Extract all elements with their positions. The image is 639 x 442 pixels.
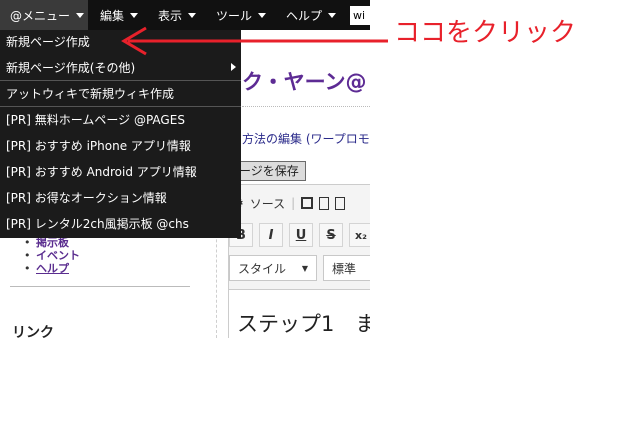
rich-text-editor: ⚙ ソース | B I U S x₂ スタイル ▼ 標準 ステップ1 ま: [228, 184, 370, 338]
menu-tools-label: ツール: [216, 8, 253, 23]
source-button[interactable]: ソース: [250, 195, 285, 212]
style-combo[interactable]: スタイル ▼: [229, 255, 317, 281]
chevron-down-icon: ▼: [301, 263, 308, 273]
menu-item-new-page-other[interactable]: 新規ページ作成(その他): [0, 56, 241, 78]
chevron-down-icon: [258, 12, 267, 18]
chevron-down-icon: [328, 12, 337, 18]
menu-item-new-page[interactable]: 新規ページ作成: [0, 30, 241, 52]
menu-edit[interactable]: 編集: [100, 0, 139, 30]
wiki-page-screenshot: 掲示板 イベント ヘルプ リンク ク・ヤーン@ 方法の編集 (ワープロモ ージを…: [0, 0, 370, 338]
menu-item-pr-auction[interactable]: [PR] お得なオークション情報: [0, 186, 241, 208]
italic-button[interactable]: I: [259, 223, 283, 247]
menu-item-pr-android[interactable]: [PR] おすすめ Android アプリ情報: [0, 160, 241, 182]
sidebar-link-heading: リンク: [12, 325, 54, 338]
menu-item-pr-pages[interactable]: [PR] 無料ホームページ @PAGES: [0, 108, 241, 130]
menu-item-label: [PR] おすすめ iPhone アプリ情報: [6, 138, 191, 153]
sidebar-link-help[interactable]: ヘルプ: [24, 262, 80, 275]
edit-heading: 方法の編集 (ワープロモ: [242, 132, 370, 146]
sidebar-link-list: 掲示板 イベント ヘルプ: [24, 236, 80, 275]
new-page-icon[interactable]: [319, 196, 330, 210]
editor-text: ステップ1 ま: [237, 312, 370, 336]
menu-edit-label: 編集: [100, 8, 125, 23]
strike-button[interactable]: S: [319, 223, 343, 247]
editor-body[interactable]: ステップ1 ま: [229, 289, 370, 338]
page-title: ク・ヤーン@: [242, 70, 367, 94]
menu-item-new-wiki[interactable]: アットウィキで新規ウィキ作成: [0, 82, 241, 104]
save-icon[interactable]: [301, 197, 314, 209]
menu-item-pr-chs[interactable]: [PR] レンタル2ch風掲示板 @chs: [0, 212, 241, 234]
separator: |: [291, 196, 296, 210]
annotation-text: ココをクリック: [394, 18, 577, 48]
format-combo[interactable]: 標準: [323, 255, 370, 281]
chevron-down-icon: [76, 12, 85, 18]
menu-item-label: [PR] レンタル2ch風掲示板 @chs: [6, 216, 189, 231]
save-page-button[interactable]: ージを保存: [232, 161, 306, 181]
sidebar-link-event[interactable]: イベント: [24, 249, 80, 262]
menu-view[interactable]: 表示: [158, 0, 197, 30]
editor-format-toolbar: B I U S x₂: [229, 223, 370, 247]
format-combo-label: 標準: [332, 261, 357, 276]
title-underline: [242, 106, 370, 107]
sidebar-divider: [10, 286, 190, 287]
preview-icon[interactable]: [335, 196, 346, 210]
style-combo-label: スタイル: [238, 261, 287, 276]
underline-button[interactable]: U: [289, 223, 313, 247]
menu-item-label: アットウィキで新規ウィキ作成: [6, 86, 175, 101]
atmenu-dropdown: 新規ページ作成 新規ページ作成(その他) アットウィキで新規ウィキ作成 [PR]…: [0, 30, 241, 238]
menu-item-label: 新規ページ作成: [6, 34, 90, 49]
menu-tools[interactable]: ツール: [216, 0, 267, 30]
menu-divider: [0, 106, 241, 107]
menu-item-pr-iphone[interactable]: [PR] おすすめ iPhone アプリ情報: [0, 134, 241, 156]
search-input[interactable]: wi: [350, 6, 370, 25]
menu-item-label: [PR] 無料ホームページ @PAGES: [6, 112, 185, 127]
menu-item-label: [PR] おすすめ Android アプリ情報: [6, 164, 197, 179]
menu-item-label: [PR] お得なオークション情報: [6, 190, 167, 205]
chevron-down-icon: [130, 12, 139, 18]
menu-atmenu[interactable]: @メニュー: [0, 0, 88, 30]
subscript-button[interactable]: x₂: [349, 223, 370, 247]
menu-atmenu-label: @メニュー: [10, 8, 71, 23]
menu-divider: [0, 80, 241, 81]
chevron-down-icon: [188, 12, 197, 18]
menu-help-label: ヘルプ: [286, 8, 323, 23]
submenu-arrow-icon: [231, 63, 236, 71]
menu-view-label: 表示: [158, 8, 183, 23]
menu-help[interactable]: ヘルプ: [286, 0, 337, 30]
editor-toolbar-top: ⚙ ソース |: [233, 191, 346, 215]
menu-item-label: 新規ページ作成(その他): [6, 60, 136, 75]
menu-bar: @メニュー 編集 表示 ツール ヘルプ wi: [0, 0, 370, 30]
editor-combo-row: スタイル ▼ 標準: [229, 255, 370, 281]
